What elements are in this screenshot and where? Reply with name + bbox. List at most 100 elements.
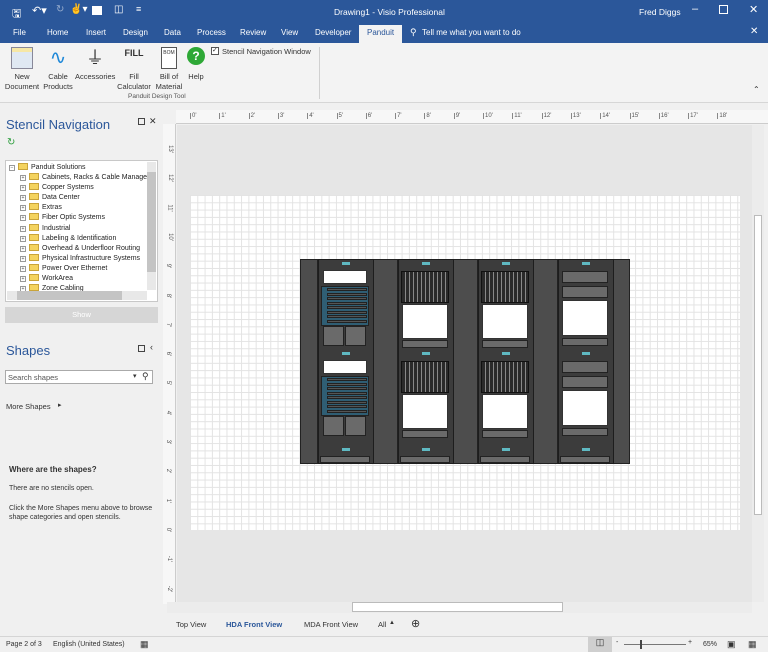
redo-icon[interactable]: ↻: [56, 4, 64, 15]
page-tab-hda-front-view[interactable]: HDA Front View: [226, 620, 282, 629]
page-tab-top-view[interactable]: Top View: [176, 620, 206, 629]
expand-icon[interactable]: +: [20, 276, 26, 282]
macro-record-icon[interactable]: ▦: [140, 639, 149, 650]
all-pages-menu[interactable]: All: [378, 620, 386, 629]
undo-icon[interactable]: ↶▾: [32, 4, 47, 17]
search-shapes-input[interactable]: Search shapes ▾ ⚲: [5, 370, 153, 384]
tab-design[interactable]: Design: [123, 28, 148, 37]
minimize-button[interactable]: –: [692, 3, 698, 15]
close-ribbon-icon[interactable]: ✕: [750, 26, 758, 37]
fit-page-icon[interactable]: ▣: [727, 639, 736, 650]
expand-icon[interactable]: +: [20, 235, 26, 242]
caret-up-icon[interactable]: ▲: [389, 620, 395, 626]
customize-qat-icon[interactable]: ≡: [136, 4, 141, 14]
tree-vscroll[interactable]: [147, 162, 156, 290]
float-pane-icon[interactable]: [138, 118, 145, 125]
ruler-label: 16': [658, 113, 669, 119]
tree-root[interactable]: − Panduit Solutions: [9, 163, 85, 171]
tree-item[interactable]: + Industrial: [20, 223, 70, 232]
tree-item[interactable]: + Cabinets, Racks & Cable Manager: [20, 173, 149, 181]
show-button[interactable]: Show: [5, 307, 158, 323]
container-icon[interactable]: ◫: [114, 4, 123, 15]
new-document-button[interactable]: New Document: [3, 45, 41, 92]
tree-item[interactable]: + Copper Systems: [20, 183, 94, 192]
tab-panduit[interactable]: Panduit: [359, 25, 403, 43]
bill-of-material-button[interactable]: BOM Bill of Material: [154, 45, 184, 92]
page-indicator[interactable]: Page 2 of 3: [6, 641, 42, 648]
tab-insert[interactable]: Insert: [86, 28, 106, 37]
tree-item[interactable]: + Labeling & Identification: [20, 233, 116, 242]
storage-unit: [323, 326, 344, 346]
tab-view[interactable]: View: [281, 28, 298, 37]
expand-icon[interactable]: +: [20, 205, 26, 212]
zoom-slider-thumb[interactable]: [640, 640, 642, 649]
tab-developer[interactable]: Developer: [315, 28, 351, 37]
expand-icon[interactable]: +: [20, 255, 26, 262]
tree-item-label: Extras: [42, 204, 62, 212]
expand-icon[interactable]: +: [20, 195, 26, 202]
language-indicator[interactable]: English (United States): [53, 641, 125, 648]
more-shapes-menu[interactable]: More Shapes: [6, 402, 51, 411]
tree-item[interactable]: + Fiber Optic Systems: [20, 213, 105, 222]
rectangle-icon[interactable]: [92, 6, 102, 15]
pointer-tool-icon[interactable]: ✌▾: [70, 4, 87, 15]
cable-products-button[interactable]: ∿ Cable Products: [42, 45, 74, 92]
page-tab-mda-front-view[interactable]: MDA Front View: [304, 620, 358, 629]
vertical-scrollbar[interactable]: [752, 125, 764, 602]
tab-home[interactable]: Home: [47, 28, 68, 37]
save-icon[interactable]: 🖫: [12, 5, 21, 24]
horizontal-scrollbar[interactable]: [167, 602, 752, 613]
ruler-label: 7': [165, 322, 172, 328]
expand-icon[interactable]: +: [20, 225, 26, 232]
expand-icon[interactable]: +: [20, 265, 26, 272]
refresh-stencil-icon[interactable]: ↻: [7, 137, 15, 148]
folder-icon: [29, 223, 39, 231]
zoom-level[interactable]: 65%: [703, 641, 717, 648]
tree-item[interactable]: + Power Over Ethernet: [20, 263, 107, 272]
base-panel: [320, 456, 370, 463]
zoom-in-button[interactable]: +: [688, 639, 692, 646]
tree-item[interactable]: + WorkArea: [20, 274, 73, 282]
ruler-label: 6': [365, 113, 373, 119]
maximize-button[interactable]: [719, 5, 728, 14]
close-pane-icon[interactable]: ✕: [149, 116, 157, 127]
expand-icon[interactable]: +: [20, 185, 26, 192]
expand-icon[interactable]: +: [20, 215, 26, 222]
search-icon[interactable]: ⚲: [142, 371, 149, 382]
presentation-mode-icon[interactable]: ◫: [588, 637, 612, 652]
server-slot: [327, 297, 367, 300]
fill-calculator-button[interactable]: FILL Fill Calculator: [116, 45, 152, 92]
float-shapes-icon[interactable]: [138, 345, 145, 352]
search-dropdown-icon[interactable]: ▾: [133, 372, 137, 380]
storage-unit: [345, 326, 366, 346]
collapse-ribbon-icon[interactable]: ⌃: [753, 85, 760, 94]
tab-process[interactable]: Process: [197, 28, 226, 37]
tree-item[interactable]: + Extras: [20, 203, 62, 212]
ruler-label: 7': [395, 113, 402, 119]
tree-item[interactable]: + Physical Infrastructure Systems: [20, 253, 140, 262]
switch-windows-icon[interactable]: ▦: [748, 639, 757, 650]
collapse-shapes-icon[interactable]: ‹: [150, 342, 153, 352]
chevron-right-icon[interactable]: ▸: [58, 401, 62, 409]
patch-panel: [481, 271, 529, 303]
tab-review[interactable]: Review: [240, 28, 266, 37]
expand-icon[interactable]: +: [20, 175, 26, 181]
tree-item[interactable]: + Overhead & Underfloor Routing: [20, 243, 140, 252]
label: Document: [4, 82, 40, 91]
tab-data[interactable]: Data: [164, 28, 181, 37]
tree-hscroll[interactable]: [7, 291, 147, 300]
help-button[interactable]: ? Help: [185, 45, 207, 82]
expand-icon[interactable]: +: [20, 245, 26, 252]
user-name[interactable]: Fred Diggs: [639, 7, 681, 17]
ruler-label: 3': [165, 439, 172, 445]
tree-item[interactable]: + Data Center: [20, 193, 80, 202]
zoom-slider[interactable]: [624, 640, 686, 649]
tab-file[interactable]: File: [13, 28, 26, 37]
tell-me-input[interactable]: Tell me what you want to do: [422, 28, 521, 37]
stencil-nav-checkbox[interactable]: ✓: [211, 47, 219, 55]
add-page-icon[interactable]: ⊕: [411, 617, 420, 630]
where-shapes-heading: Where are the shapes?: [9, 465, 97, 474]
zoom-out-button[interactable]: -: [616, 639, 618, 646]
close-button[interactable]: ✕: [749, 3, 758, 16]
accessories-button[interactable]: ⏚ Accessories: [75, 45, 115, 82]
